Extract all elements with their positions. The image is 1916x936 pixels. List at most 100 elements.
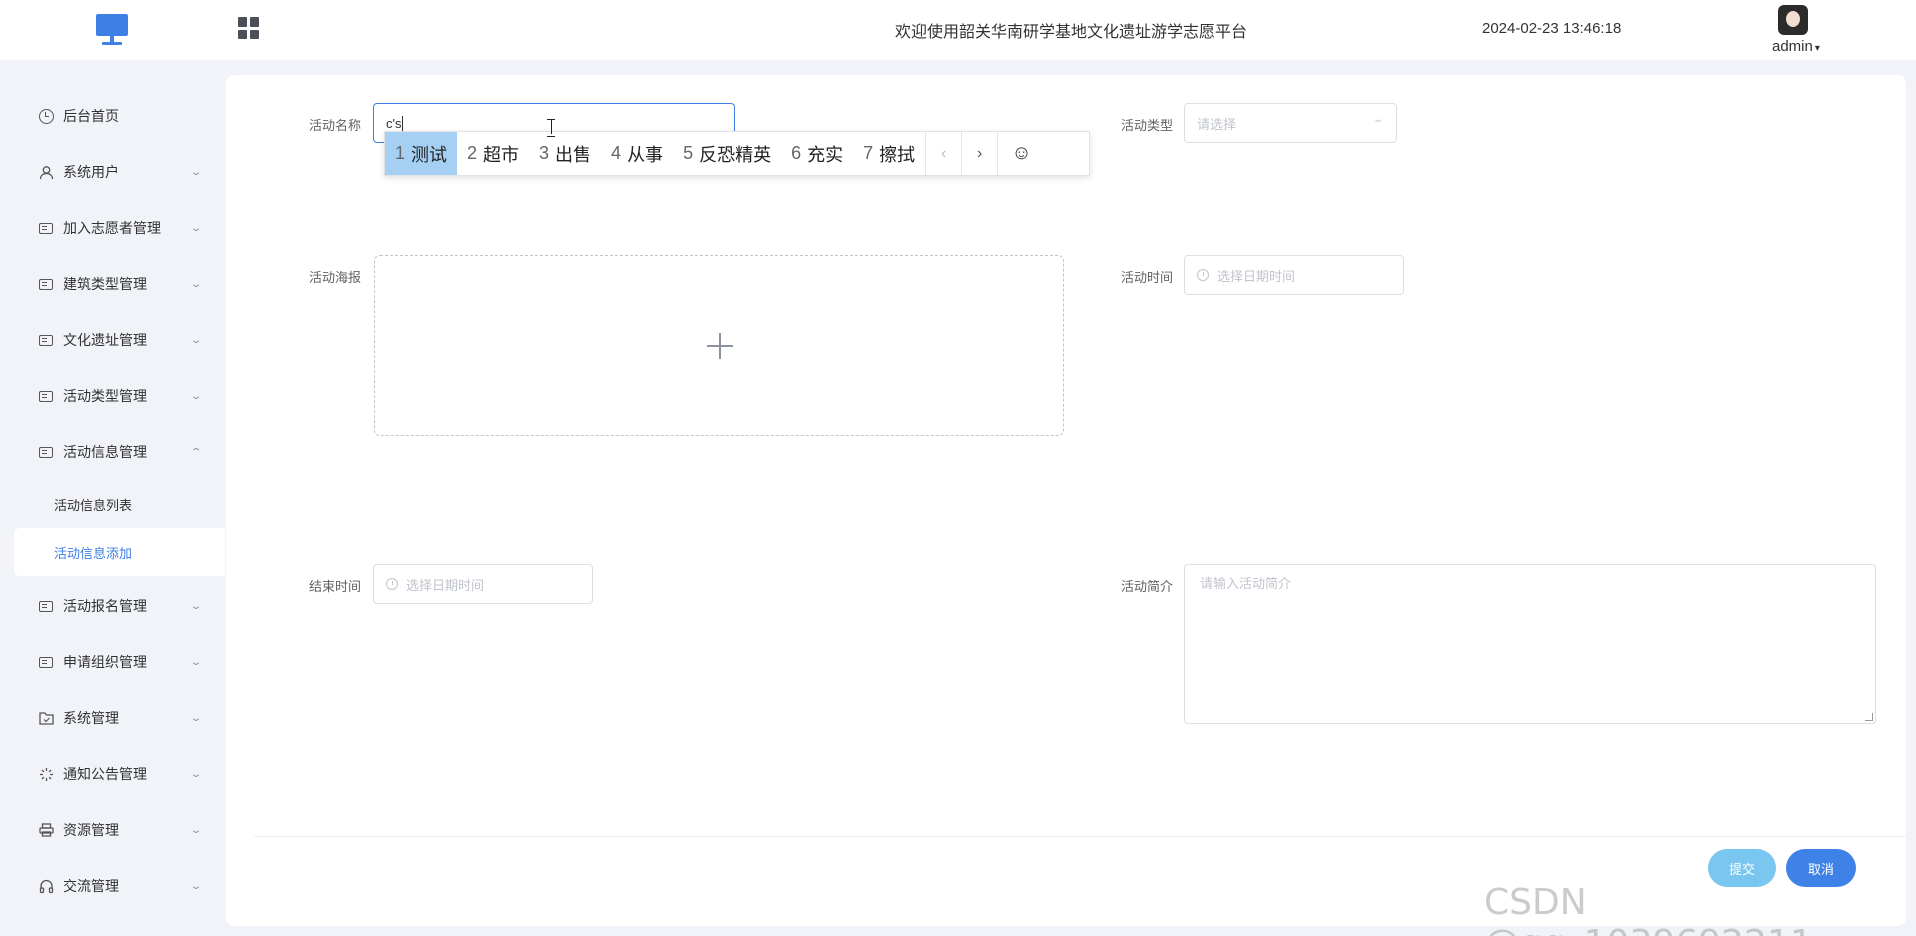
ime-candidate-bar: 1 测试 2 超市 3 出售 4 从事 5 反恐精英 6 充实 7 擦拭 ‹ › ☺ bbox=[384, 131, 1090, 176]
sidebar-item-label: 交流管理 bbox=[63, 878, 119, 894]
activity-type-placeholder: 请选择 bbox=[1197, 116, 1237, 132]
sidebar-subitem-label: 活动信息添加 bbox=[54, 545, 133, 561]
activity-intro-placeholder: 请输入活动简介 bbox=[1200, 576, 1292, 591]
sidebar-item-label: 申请组织管理 bbox=[63, 654, 147, 670]
chevron-down-icon: ⌄ bbox=[189, 390, 203, 402]
sidebar-item-system-manage[interactable]: 系统管理 ⌄ bbox=[0, 696, 225, 740]
chevron-down-icon: ⌄ bbox=[189, 222, 203, 234]
activity-time-picker[interactable]: 选择日期时间 bbox=[1184, 255, 1404, 295]
datetime-display: 2024-02-23 13:46:18 bbox=[1482, 20, 1622, 37]
watermark: CSDN @qq_1039692211 bbox=[1484, 882, 1813, 936]
chevron-down-icon: ⌄ bbox=[189, 600, 203, 612]
chevron-down-icon: ⌄ bbox=[1371, 114, 1385, 125]
plus-icon bbox=[707, 333, 733, 359]
sidebar-item-label: 通知公告管理 bbox=[63, 766, 147, 782]
end-time-label: 结束时间 bbox=[308, 579, 361, 594]
ime-candidate[interactable]: 6 充实 bbox=[781, 132, 853, 175]
ime-candidate[interactable]: 7 擦拭 bbox=[853, 132, 925, 175]
sidebar-item-label: 文化遗址管理 bbox=[63, 332, 147, 348]
user-menu[interactable]: admin ▾ bbox=[1772, 38, 1820, 55]
sidebar-item-activity-info[interactable]: 活动信息管理 ⌃ bbox=[0, 430, 225, 474]
ime-candidate[interactable]: 3 出售 bbox=[529, 132, 601, 175]
activity-intro-textarea[interactable]: 请输入活动简介 bbox=[1184, 564, 1876, 724]
sidebar-subitem-label: 活动信息列表 bbox=[54, 497, 133, 513]
sidebar-item-system-users[interactable]: 系统用户 ⌄ bbox=[0, 150, 225, 194]
activity-time-label: 活动时间 bbox=[1120, 270, 1173, 285]
sidebar-subitem-activity-list[interactable]: 活动信息列表 bbox=[14, 480, 225, 528]
sidebar-item-label: 资源管理 bbox=[63, 822, 119, 838]
sidebar-item-communication[interactable]: 交流管理 ⌄ bbox=[0, 864, 225, 908]
sidebar-item-volunteer[interactable]: 加入志愿者管理 ⌄ bbox=[0, 206, 225, 250]
chevron-down-icon: ⌄ bbox=[189, 334, 203, 346]
sidebar-item-building-type[interactable]: 建筑类型管理 ⌄ bbox=[0, 262, 225, 306]
card-icon bbox=[38, 388, 54, 404]
username-label: admin bbox=[1772, 38, 1813, 55]
ime-candidate[interactable]: 1 测试 bbox=[385, 132, 458, 175]
sidebar-item-label: 活动报名管理 bbox=[63, 598, 147, 614]
activity-name-label: 活动名称 bbox=[308, 118, 361, 133]
sidebar-item-resources[interactable]: 资源管理 ⌄ bbox=[0, 808, 225, 852]
sidebar-item-label: 加入志愿者管理 bbox=[63, 220, 161, 236]
sidebar-item-label: 系统管理 bbox=[63, 710, 119, 726]
form-divider bbox=[254, 836, 1906, 837]
card-icon bbox=[38, 220, 54, 236]
form-panel bbox=[226, 75, 1906, 926]
card-icon bbox=[38, 598, 54, 614]
clock-icon bbox=[386, 578, 398, 590]
chevron-down-icon: ⌄ bbox=[189, 712, 203, 724]
chevron-down-icon: ⌄ bbox=[189, 768, 203, 780]
chevron-down-icon: ⌄ bbox=[189, 278, 203, 290]
printer-icon bbox=[38, 822, 54, 838]
card-icon bbox=[38, 444, 54, 460]
sidebar-item-label: 活动信息管理 bbox=[63, 444, 147, 460]
ime-next-page-icon[interactable]: › bbox=[961, 132, 997, 175]
clock-icon bbox=[1197, 269, 1209, 281]
card-icon bbox=[38, 332, 54, 348]
sidebar-item-label: 建筑类型管理 bbox=[63, 276, 147, 292]
text-caret bbox=[402, 115, 404, 131]
chevron-down-icon: ▾ bbox=[1814, 43, 1820, 54]
top-header: 欢迎使用韶关华南研学基地文化遗址游学志愿平台 2024-02-23 13:46:… bbox=[0, 0, 1916, 60]
user-icon bbox=[38, 164, 54, 180]
clock-icon bbox=[38, 108, 54, 124]
loading-icon bbox=[38, 766, 54, 782]
chevron-up-icon: ⌃ bbox=[189, 446, 203, 458]
card-icon bbox=[38, 276, 54, 292]
chevron-down-icon: ⌄ bbox=[189, 880, 203, 892]
activity-type-select[interactable]: 请选择 ⌄ bbox=[1184, 103, 1397, 143]
sidebar-item-heritage-site[interactable]: 文化遗址管理 ⌄ bbox=[0, 318, 225, 362]
emoji-icon[interactable]: ☺ bbox=[997, 132, 1045, 175]
sidebar-item-activity-type[interactable]: 活动类型管理 ⌄ bbox=[0, 374, 225, 418]
activity-time-placeholder: 选择日期时间 bbox=[1217, 268, 1296, 284]
activity-poster-label: 活动海报 bbox=[308, 270, 361, 285]
poster-upload[interactable] bbox=[374, 255, 1064, 436]
sidebar-item-org-apply[interactable]: 申请组织管理 ⌄ bbox=[0, 640, 225, 684]
sidebar: 后台首页 系统用户 ⌄ 加入志愿者管理 ⌄ 建筑类型管理 ⌄ 文化遗址管理 ⌄ … bbox=[0, 60, 225, 936]
ime-prev-page-icon[interactable]: ‹ bbox=[925, 132, 961, 175]
ime-candidate[interactable]: 4 从事 bbox=[601, 132, 673, 175]
chevron-down-icon: ⌄ bbox=[189, 656, 203, 668]
activity-intro-label: 活动简介 bbox=[1120, 579, 1173, 594]
sidebar-subitem-activity-add[interactable]: 活动信息添加 bbox=[14, 528, 225, 576]
ime-candidate[interactable]: 5 反恐精英 bbox=[673, 132, 781, 175]
card-icon bbox=[38, 654, 54, 670]
folder-icon bbox=[38, 710, 54, 726]
sidebar-item-activity-signup[interactable]: 活动报名管理 ⌄ bbox=[0, 584, 225, 628]
activity-type-label: 活动类型 bbox=[1120, 118, 1173, 133]
sidebar-item-label: 活动类型管理 bbox=[63, 388, 147, 404]
end-time-placeholder: 选择日期时间 bbox=[406, 577, 485, 593]
chevron-down-icon: ⌄ bbox=[189, 824, 203, 836]
end-time-picker[interactable]: 选择日期时间 bbox=[373, 564, 593, 604]
avatar[interactable] bbox=[1778, 5, 1808, 35]
sidebar-item-label: 系统用户 bbox=[63, 164, 119, 180]
platform-title: 欢迎使用韶关华南研学基地文化遗址游学志愿平台 bbox=[894, 24, 1247, 41]
resize-handle-icon[interactable] bbox=[1865, 713, 1873, 721]
chevron-down-icon: ⌄ bbox=[189, 166, 203, 178]
activity-name-value: c's bbox=[386, 115, 402, 131]
sidebar-item-dashboard[interactable]: 后台首页 bbox=[0, 94, 225, 138]
sidebar-item-label: 后台首页 bbox=[63, 108, 119, 124]
headset-icon bbox=[38, 878, 54, 894]
ime-candidate[interactable]: 2 超市 bbox=[457, 132, 529, 175]
text-cursor-icon bbox=[547, 119, 555, 137]
sidebar-item-notice[interactable]: 通知公告管理 ⌄ bbox=[0, 752, 225, 796]
